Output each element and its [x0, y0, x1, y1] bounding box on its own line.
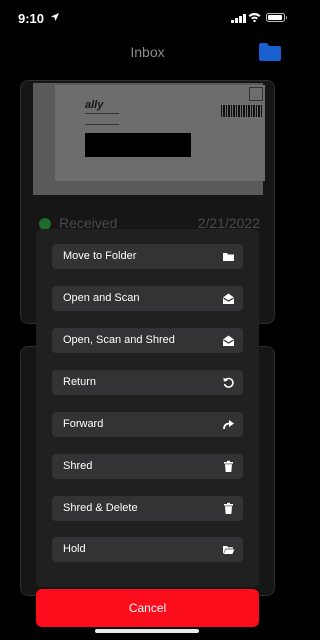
trash-icon: [224, 460, 233, 472]
battery-icon: [266, 13, 287, 22]
wifi-icon: [248, 13, 261, 22]
envelope-logo: ally: [85, 99, 104, 111]
folder-icon[interactable]: [258, 42, 282, 62]
trash-icon: [224, 502, 233, 514]
shred-button[interactable]: Shred: [52, 454, 243, 479]
return-button[interactable]: Return: [52, 370, 243, 395]
menu-item-label: Open, Scan and Shred: [63, 334, 175, 346]
forward-arrow-icon: [223, 420, 234, 430]
hold-button[interactable]: Hold: [52, 537, 243, 562]
menu-item-label: Hold: [63, 543, 86, 555]
envelope-image: ally: [55, 85, 265, 181]
return-arrow-icon: [223, 377, 234, 388]
action-sheet: Move to Folder Open and Scan Open, Scan …: [36, 229, 259, 587]
move-to-folder-button[interactable]: Move to Folder: [52, 244, 243, 269]
cancel-button[interactable]: Cancel: [36, 589, 259, 627]
forward-button[interactable]: Forward: [52, 412, 243, 437]
folder-icon: [223, 253, 234, 261]
postage-mark: [249, 87, 263, 101]
open-envelope-icon: [223, 293, 234, 304]
return-address: [85, 113, 119, 125]
barcode: [221, 105, 263, 117]
menu-item-label: Open and Scan: [63, 292, 140, 304]
open-folder-icon: [223, 546, 235, 554]
mail-scan-image: ally: [33, 83, 265, 195]
menu-item-label: Forward: [63, 418, 104, 430]
open-scan-and-shred-button[interactable]: Open, Scan and Shred: [52, 328, 243, 353]
shred-and-delete-button[interactable]: Shred & Delete: [52, 496, 243, 521]
menu-item-label: Shred & Delete: [63, 502, 138, 514]
cellular-signal-icon: [231, 14, 246, 23]
redacted-address: [85, 133, 191, 157]
page-title: Inbox: [130, 44, 165, 60]
menu-item-label: Shred: [63, 460, 93, 472]
location-arrow-icon: [51, 13, 59, 21]
cancel-label: Cancel: [128, 601, 167, 615]
home-indicator: [95, 629, 199, 633]
open-and-scan-button[interactable]: Open and Scan: [52, 286, 243, 311]
status-time: 9:10: [18, 11, 45, 26]
status-bar: 9:10: [0, 0, 295, 36]
open-envelope-icon: [223, 335, 234, 346]
menu-item-label: Move to Folder: [63, 250, 137, 262]
menu-item-label: Return: [63, 376, 97, 388]
